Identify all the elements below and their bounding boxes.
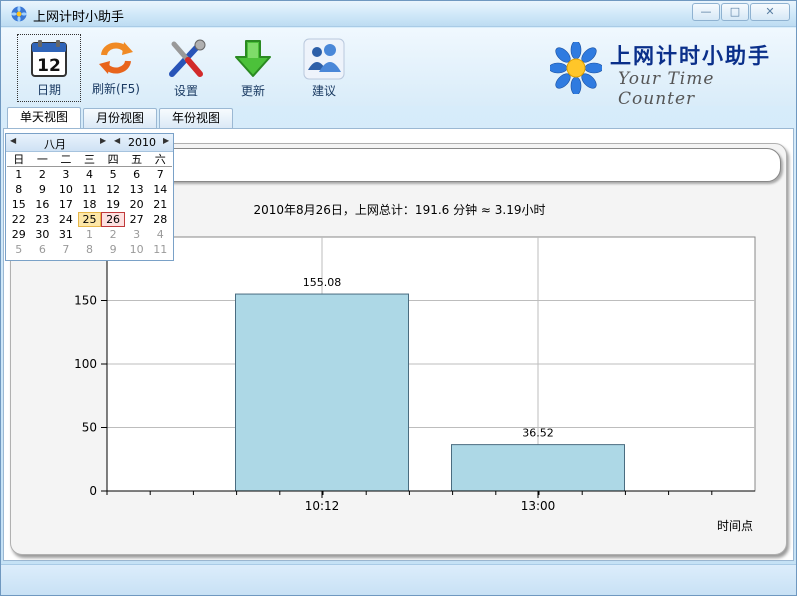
calendar-day[interactable]: 31	[54, 227, 78, 242]
calendar-weekday: 日	[7, 152, 31, 167]
calendar-day[interactable]: 22	[7, 212, 31, 227]
calendar-day[interactable]: 25	[77, 212, 102, 227]
calendar-day[interactable]: 26	[101, 212, 125, 227]
calendar-day[interactable]: 3	[54, 167, 78, 182]
calendar-day[interactable]: 8	[7, 182, 31, 197]
status-bar	[1, 564, 796, 595]
maximize-button[interactable]: □	[721, 3, 749, 21]
calendar-popup: ◀ 八月 ▶ ◀ 2010 ▶ 日一二三四五六 1 2 3 4 5 6 7 8 9 10 11 12 13…	[5, 133, 174, 261]
calendar-day[interactable]: 3	[125, 227, 149, 242]
calendar-day[interactable]: 12	[101, 182, 125, 197]
calendar-day[interactable]: 23	[31, 212, 55, 227]
calendar-day[interactable]: 18	[78, 197, 102, 212]
calendar-day[interactable]: 1	[78, 227, 102, 242]
calendar-day[interactable]: 14	[148, 182, 172, 197]
date-button-label: 日期	[36, 83, 61, 97]
calendar-month[interactable]: 八月	[44, 136, 66, 152]
calendar-day[interactable]: 6	[125, 167, 149, 182]
calendar-day[interactable]: 10	[125, 242, 149, 257]
calendar-weekday: 一	[30, 152, 55, 167]
users-icon	[303, 38, 345, 80]
title-bar[interactable]: 上网计时小助手 — □ ✕	[1, 1, 796, 27]
window-title: 上网计时小助手	[33, 10, 125, 25]
calendar-grid: 日一二三四五六 1 2 3 4 5 6 7 8 9 10 11 12 13 14 15 16 17 18 19 20 21…	[6, 152, 173, 257]
settings-button[interactable]: 设置	[154, 34, 218, 102]
next-year-icon[interactable]: ▶	[163, 136, 169, 145]
calendar-day[interactable]: 28	[148, 212, 172, 227]
minimize-button[interactable]: —	[692, 3, 720, 21]
date-button[interactable]: 12 日期	[17, 34, 81, 102]
suggest-button[interactable]: 建议	[292, 34, 356, 102]
brand-logo: 上网计时小助手 Your Time Counter	[550, 38, 780, 109]
minimize-icon: —	[700, 5, 712, 18]
tab-month-view[interactable]: 月份视图	[83, 108, 158, 128]
calendar-day[interactable]: 9	[101, 242, 125, 257]
calendar-day[interactable]: 24	[54, 212, 78, 227]
calendar-weekday: 五	[124, 152, 149, 167]
toolbar: 12 日期 刷新(F5) 设置 更新 建议 上网计时小助手 Your Time …	[1, 28, 796, 109]
calendar-day[interactable]: 6	[31, 242, 55, 257]
refresh-icon	[99, 42, 133, 74]
calendar-weekday: 二	[54, 152, 78, 167]
close-icon: ✕	[765, 5, 775, 18]
calendar-day[interactable]: 30	[31, 227, 55, 242]
calendar-day[interactable]: 2	[31, 167, 55, 182]
prev-year-icon[interactable]: ◀	[114, 136, 120, 145]
settings-button-label: 设置	[173, 84, 198, 98]
calendar-year[interactable]: 2010	[128, 136, 156, 149]
calendar-day[interactable]: 27	[125, 212, 149, 227]
calendar-day[interactable]: 7	[148, 167, 172, 182]
calendar-day[interactable]: 17	[54, 197, 78, 212]
brand-flower-icon	[550, 42, 602, 94]
prev-month-icon[interactable]: ◀	[10, 136, 16, 145]
maximize-icon: □	[729, 5, 741, 18]
calendar-weekday: 四	[101, 152, 125, 167]
calendar-day[interactable]: 13	[125, 182, 149, 197]
calendar-day[interactable]: 7	[54, 242, 78, 257]
calendar-day[interactable]: 11	[78, 182, 102, 197]
calendar-day[interactable]: 11	[148, 242, 172, 257]
calendar-day[interactable]: 20	[125, 197, 149, 212]
app-flower-icon	[11, 6, 27, 22]
tab-day-view[interactable]: 单天视图	[7, 107, 82, 128]
calendar-weekday: 三	[77, 152, 102, 167]
calendar-day[interactable]: 21	[148, 197, 172, 212]
update-button-label: 更新	[240, 84, 265, 98]
calendar-icon: 12	[31, 40, 67, 77]
svg-text:12: 12	[37, 56, 61, 76]
calendar-day[interactable]: 16	[31, 197, 55, 212]
settings-tools-icon	[169, 39, 206, 77]
refresh-button-label: 刷新(F5)	[92, 82, 140, 96]
window-controls: — □ ✕	[691, 3, 790, 21]
brand-title-en: Your Time Counter	[618, 69, 715, 109]
calendar-day[interactable]: 15	[7, 197, 31, 212]
calendar-header: ◀ 八月 ▶ ◀ 2010 ▶	[6, 134, 173, 152]
calendar-day[interactable]: 5	[101, 167, 125, 182]
download-arrow-icon	[235, 40, 271, 77]
next-month-icon[interactable]: ▶	[100, 136, 106, 145]
calendar-day[interactable]: 9	[31, 182, 55, 197]
calendar-day[interactable]: 10	[54, 182, 78, 197]
calendar-day[interactable]: 2	[101, 227, 125, 242]
calendar-day[interactable]: 5	[7, 242, 31, 257]
calendar-day[interactable]: 4	[78, 167, 102, 182]
update-button[interactable]: 更新	[221, 34, 285, 102]
calendar-day[interactable]: 1	[7, 167, 31, 182]
calendar-day[interactable]: 8	[78, 242, 102, 257]
app-window: 上网计时小助手 — □ ✕ 12 日期 刷新(F5) 设置 更新 建议 上网计时…	[0, 0, 797, 596]
suggest-button-label: 建议	[311, 84, 336, 98]
refresh-button[interactable]: 刷新(F5)	[84, 34, 148, 102]
calendar-day[interactable]: 29	[7, 227, 31, 242]
close-button[interactable]: ✕	[750, 3, 790, 21]
calendar-weekday: 六	[148, 152, 172, 167]
calendar-day[interactable]: 4	[148, 227, 172, 242]
brand-title-cn: 上网计时小助手	[610, 43, 771, 68]
view-tabs: 单天视图 月份视图 年份视图	[7, 107, 235, 129]
calendar-day[interactable]: 19	[101, 197, 125, 212]
tab-year-view[interactable]: 年份视图	[159, 108, 234, 128]
